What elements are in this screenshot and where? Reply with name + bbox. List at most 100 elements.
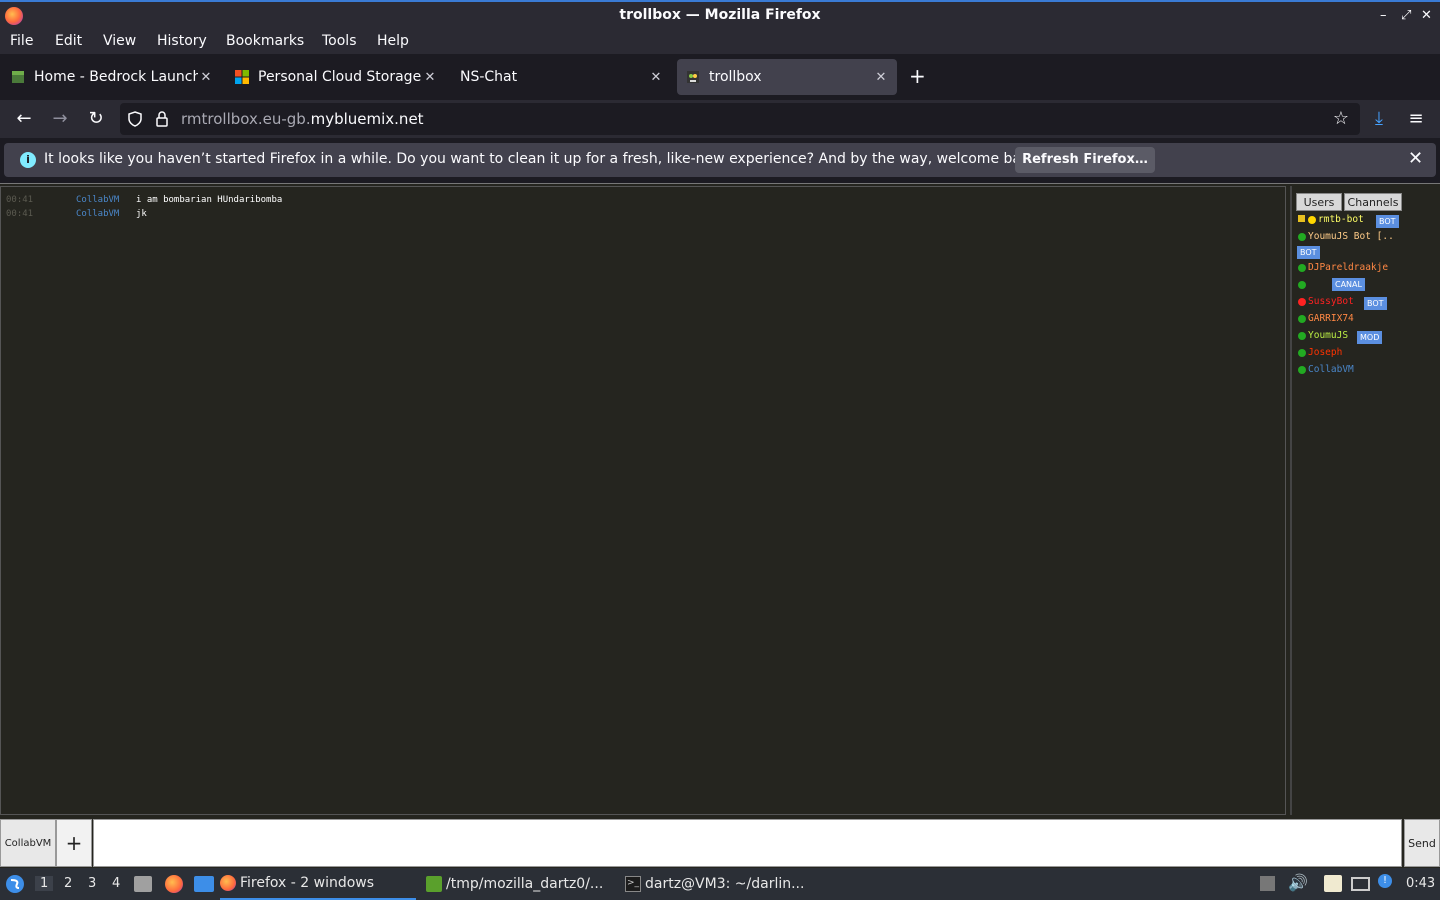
workspace-3[interactable]: 3 <box>88 876 96 891</box>
workspace-2[interactable]: 2 <box>64 876 72 891</box>
status-dot <box>1298 297 1306 306</box>
user-name: YoumuJS <box>1308 330 1349 341</box>
task-label: Firefox - 2 windows <box>240 875 375 891</box>
tab-close-icon[interactable]: ✕ <box>422 70 438 85</box>
menu-view[interactable]: View <box>103 33 136 49</box>
navigation-bar: ← → ↻ rmtrollbox.eu-gb.mybluemix.net ☆ ⤓… <box>0 100 1440 138</box>
microsoft-logo-icon <box>235 70 249 84</box>
user-item[interactable]: YoumuJS <box>1298 330 1348 341</box>
user-name: GARRIX74 <box>1308 313 1354 324</box>
menu-tools[interactable]: Tools <box>322 33 357 49</box>
room-button[interactable]: CollabVM <box>0 819 56 867</box>
maximize-icon[interactable]: ⤢ <box>1401 8 1411 23</box>
tray-icon[interactable] <box>1260 876 1275 891</box>
clipboard-icon[interactable] <box>1324 875 1342 892</box>
menu-bar: File Edit View History Bookmarks Tools H… <box>0 30 1440 54</box>
status-dot <box>1298 232 1306 241</box>
trollbox-page: 00:41 CollabVM i am bombarian HUndaribomba… <box>0 183 1440 868</box>
tab-users[interactable]: Users <box>1296 193 1342 211</box>
clock: 0:43 <box>1406 876 1436 891</box>
tab-bedrock-launcher[interactable]: Home - Bedrock Launcher ✕ <box>2 59 222 95</box>
message-text: jk <box>136 209 147 219</box>
network-icon[interactable] <box>1351 877 1370 891</box>
user-item[interactable] <box>1298 279 1326 290</box>
user-item[interactable]: SussyBot <box>1298 296 1354 307</box>
workspace-1[interactable]: 1 <box>35 876 54 891</box>
lock-icon[interactable] <box>155 111 169 127</box>
chat-message: 00:41 CollabVM jk <box>6 209 147 219</box>
taskbar: 1 2 3 4 Firefox - 2 windows /tmp/mozilla… <box>0 868 1440 900</box>
user-name: YoumuJS Bot [.. <box>1308 231 1394 242</box>
status-dot <box>1298 314 1306 323</box>
user-item[interactable]: CollabVM <box>1298 364 1354 375</box>
message-input[interactable] <box>93 819 1402 867</box>
task-folder[interactable]: /tmp/mozilla_dartz0/... <box>426 868 616 900</box>
tab-trollbox[interactable]: trollbox ✕ <box>677 59 897 95</box>
minimize-icon[interactable]: – <box>1380 8 1387 23</box>
message-nick[interactable]: CollabVM <box>76 195 136 205</box>
notification-icon[interactable]: ! <box>1378 874 1392 888</box>
bookmark-star-icon[interactable]: ☆ <box>1330 108 1352 129</box>
tab-label: Personal Cloud Storage - <box>258 69 422 85</box>
tab-ns-chat[interactable]: NS-Chat ✕ <box>452 59 672 95</box>
hamburger-menu-icon[interactable]: ≡ <box>1405 108 1427 129</box>
reload-icon[interactable]: ↻ <box>85 108 107 129</box>
user-name: Joseph <box>1308 347 1343 358</box>
tab-personal-cloud[interactable]: Personal Cloud Storage - ✕ <box>226 59 446 95</box>
message-time: 00:41 <box>6 195 34 205</box>
downloads-icon[interactable]: ⤓ <box>1368 108 1390 129</box>
menu-history[interactable]: History <box>157 33 207 49</box>
close-window-icon[interactable]: ✕ <box>1421 8 1432 23</box>
tab-close-icon[interactable]: ✕ <box>873 70 889 85</box>
status-dot <box>1298 263 1306 272</box>
user-sidebar: Users Channels rmtb-bot BOT YoumuJS Bot … <box>1290 186 1440 815</box>
new-tab-icon[interactable]: + <box>909 64 926 88</box>
user-item[interactable]: Joseph <box>1298 347 1342 358</box>
status-dot <box>1298 331 1306 340</box>
tab-channels[interactable]: Channels <box>1344 193 1402 211</box>
firefox-launcher-icon[interactable] <box>165 875 183 893</box>
notification-message: It looks like you haven’t started Firefo… <box>44 151 1043 167</box>
url-bar[interactable]: rmtrollbox.eu-gb.mybluemix.net <box>120 103 1360 135</box>
menu-bookmarks[interactable]: Bookmarks <box>226 33 304 49</box>
file-manager-icon[interactable] <box>134 876 152 892</box>
minecraft-block-icon <box>12 71 24 83</box>
message-nick[interactable]: CollabVM <box>76 209 136 219</box>
close-notification-icon[interactable]: ✕ <box>1408 148 1423 169</box>
mod-badge: MOD <box>1357 331 1383 344</box>
volume-icon[interactable]: 🔊 <box>1288 873 1308 892</box>
user-name: CollabVM <box>1308 364 1354 375</box>
menu-file[interactable]: File <box>10 33 33 49</box>
window-title: trollbox — Mozilla Firefox <box>619 7 821 23</box>
message-input-row: CollabVM + Send <box>0 818 1440 868</box>
back-icon[interactable]: ← <box>13 108 35 129</box>
archive-icon <box>426 876 442 892</box>
send-button[interactable]: Send <box>1404 819 1440 867</box>
task-firefox[interactable]: Firefox - 2 windows <box>220 868 416 900</box>
status-dot <box>1298 280 1306 289</box>
add-room-button[interactable]: + <box>56 819 92 867</box>
bot-badge: BOT <box>1297 246 1320 259</box>
tab-close-icon[interactable]: ✕ <box>648 70 664 85</box>
status-dot <box>1308 215 1316 224</box>
user-item[interactable]: DJPareldraakje <box>1298 262 1388 273</box>
start-menu-icon[interactable] <box>5 874 25 894</box>
menu-edit[interactable]: Edit <box>55 33 82 49</box>
user-item[interactable]: GARRIX74 <box>1298 313 1354 324</box>
shield-icon[interactable] <box>127 111 143 127</box>
task-terminal[interactable]: >_ dartz@VM3: ~/darlin... <box>625 868 815 900</box>
refresh-firefox-button[interactable]: Refresh Firefox… <box>1015 147 1155 173</box>
user-item[interactable]: YoumuJS Bot [.. <box>1298 231 1394 242</box>
tab-close-icon[interactable]: ✕ <box>198 70 214 85</box>
tab-label: NS-Chat <box>460 69 518 85</box>
url-text[interactable]: rmtrollbox.eu-gb.mybluemix.net <box>181 110 424 128</box>
desktop-icon[interactable] <box>194 876 214 892</box>
status-dot <box>1298 348 1306 357</box>
terminal-icon: >_ <box>625 876 641 892</box>
user-item[interactable]: rmtb-bot <box>1298 214 1364 225</box>
trollbox-favicon-icon <box>687 71 699 83</box>
firefox-icon <box>220 875 236 891</box>
workspace-4[interactable]: 4 <box>112 876 120 891</box>
forward-icon[interactable]: → <box>49 108 71 129</box>
menu-help[interactable]: Help <box>377 33 409 49</box>
